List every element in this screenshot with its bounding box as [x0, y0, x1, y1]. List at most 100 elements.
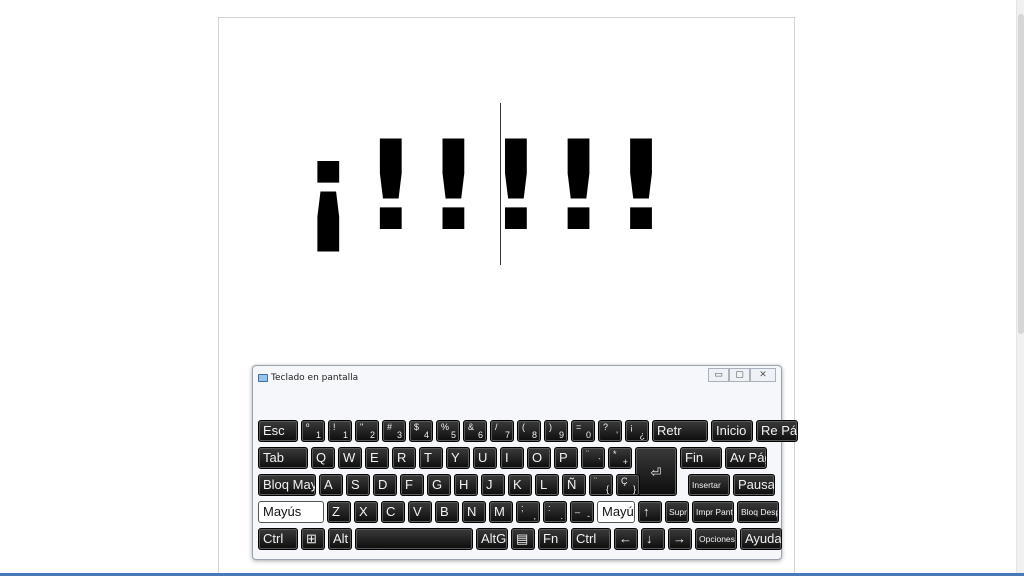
- key-u[interactable]: U: [473, 447, 497, 469]
- key-arrow-left[interactable]: ←: [614, 528, 638, 550]
- key-bloq-may[interactable]: Bloq May: [258, 474, 316, 496]
- key-q[interactable]: Q: [311, 447, 335, 469]
- key-a[interactable]: A: [319, 474, 343, 496]
- key-key-6[interactable]: % 5: [436, 420, 460, 442]
- key-n-tilde[interactable]: Ñ: [562, 474, 586, 496]
- key-main-label: 5: [450, 430, 456, 440]
- key-plus[interactable]: * +: [608, 447, 632, 469]
- key-win[interactable]: ⊞: [301, 528, 325, 550]
- key-impr-pant[interactable]: Impr Pant: [692, 501, 734, 523]
- key-brace-close[interactable]: Ç}: [616, 474, 640, 496]
- key-key-2[interactable]: ! 1: [328, 420, 352, 442]
- key-j[interactable]: J: [481, 474, 505, 496]
- key-alt[interactable]: Alt: [328, 528, 352, 550]
- key-i[interactable]: I: [500, 447, 524, 469]
- key-opciones[interactable]: Opciones: [695, 528, 737, 550]
- key-s[interactable]: S: [346, 474, 370, 496]
- key-w[interactable]: W: [338, 447, 362, 469]
- key-main-label: 3: [396, 430, 402, 440]
- key-label: Opciones: [699, 534, 735, 544]
- key-label: Esc: [263, 423, 285, 438]
- key-comma[interactable]: ;,: [516, 501, 540, 523]
- key-key-5[interactable]: $4: [409, 420, 433, 442]
- key-g[interactable]: G: [427, 474, 451, 496]
- key-top-label: ¡: [630, 422, 633, 432]
- key-top-label: !: [333, 422, 336, 432]
- key-supr[interactable]: Supr: [665, 501, 689, 523]
- key-dash[interactable]: _ -: [570, 501, 594, 523]
- key-x[interactable]: X: [354, 501, 378, 523]
- key-altgr[interactable]: AltGr: [476, 528, 508, 550]
- key-menu[interactable]: ▤: [511, 528, 535, 550]
- key-fn[interactable]: Fn: [538, 528, 568, 550]
- key-key-10[interactable]: ) 9: [544, 420, 568, 442]
- key-key-13[interactable]: ¡ ¿: [625, 420, 649, 442]
- key-retr[interactable]: Retr: [652, 420, 708, 442]
- document-text[interactable]: ¡!!!!!: [300, 112, 675, 262]
- key-esc[interactable]: Esc: [258, 420, 298, 442]
- key-label: H: [459, 477, 469, 492]
- key-v[interactable]: V: [408, 501, 432, 523]
- key-key-3[interactable]: " 2: [355, 420, 379, 442]
- key-label: Bloq Despl: [741, 507, 779, 517]
- key-label: J: [486, 477, 493, 492]
- key-t[interactable]: T: [419, 447, 443, 469]
- key-re-pag[interactable]: Re Pág: [756, 420, 798, 442]
- key-p[interactable]: P: [554, 447, 578, 469]
- key-k[interactable]: K: [508, 474, 532, 496]
- key-key-8[interactable]: /7: [490, 420, 514, 442]
- key-pausa[interactable]: Pausa: [733, 474, 775, 496]
- key-e[interactable]: E: [365, 447, 389, 469]
- key-main-label: {: [605, 484, 609, 494]
- key-period[interactable]: :.: [543, 501, 567, 523]
- key-l[interactable]: L: [535, 474, 559, 496]
- key-fin[interactable]: Fin: [680, 447, 722, 469]
- on-screen-keyboard-window[interactable]: Teclado en pantalla ▭ ▢ ✕ Esc º 1! 1 " 2 #3 $4%…: [252, 365, 798, 560]
- key-r[interactable]: R: [392, 447, 416, 469]
- key-label: M: [494, 504, 505, 519]
- key-av-pag[interactable]: Av Pág: [725, 447, 767, 469]
- key-label: F: [405, 477, 413, 492]
- scrollbar-thumb[interactable]: [1018, 14, 1024, 334]
- key-main-label: 7: [504, 430, 510, 440]
- key-h[interactable]: H: [454, 474, 478, 496]
- key-space[interactable]: [355, 528, 473, 550]
- key-label: I: [505, 450, 509, 465]
- key-key-9[interactable]: (8: [517, 420, 541, 442]
- key-main-label: ,: [533, 511, 536, 521]
- key-ayuda[interactable]: Ayuda: [740, 528, 782, 550]
- key-arrow-down[interactable]: ↓: [641, 528, 665, 550]
- key-tab[interactable]: Tab: [258, 447, 308, 469]
- key-mayus-right[interactable]: Mayús: [597, 501, 635, 523]
- key-key-11[interactable]: = 0: [571, 420, 595, 442]
- key-main-label: 4: [423, 430, 429, 440]
- key-ctrl-left[interactable]: Ctrl: [258, 528, 298, 550]
- key-y[interactable]: Y: [446, 447, 470, 469]
- key-key-4[interactable]: #3: [382, 420, 406, 442]
- key-o[interactable]: O: [527, 447, 551, 469]
- key-arrow-up[interactable]: ↑: [638, 501, 662, 523]
- key-ctrl-right[interactable]: Ctrl: [571, 528, 611, 550]
- key-f[interactable]: F: [400, 474, 424, 496]
- key-mayus-left[interactable]: Mayús: [258, 501, 324, 523]
- key-bloq-despl[interactable]: Bloq Despl: [737, 501, 779, 523]
- key-inicio[interactable]: Inicio: [711, 420, 753, 442]
- vertical-scrollbar[interactable]: [1016, 0, 1024, 574]
- key-b[interactable]: B: [435, 501, 459, 523]
- key-label: ▤: [516, 531, 529, 546]
- key-enter[interactable]: ⏎: [635, 447, 677, 496]
- key-key-12[interactable]: ? ': [598, 420, 622, 442]
- key-z[interactable]: Z: [327, 501, 351, 523]
- key-brace-open[interactable]: ¨{: [589, 474, 613, 496]
- key-insertar[interactable]: Insertar: [688, 474, 730, 496]
- key-n[interactable]: N: [462, 501, 486, 523]
- key-key-1[interactable]: º1: [301, 420, 325, 442]
- key-c[interactable]: C: [381, 501, 405, 523]
- key-top-label: %: [441, 422, 450, 432]
- key-d[interactable]: D: [373, 474, 397, 496]
- key-acute[interactable]: ¨ `: [581, 447, 605, 469]
- key-label: B: [440, 504, 449, 519]
- key-m[interactable]: M: [489, 501, 513, 523]
- key-arrow-right[interactable]: →: [668, 528, 692, 550]
- key-key-7[interactable]: & 6: [463, 420, 487, 442]
